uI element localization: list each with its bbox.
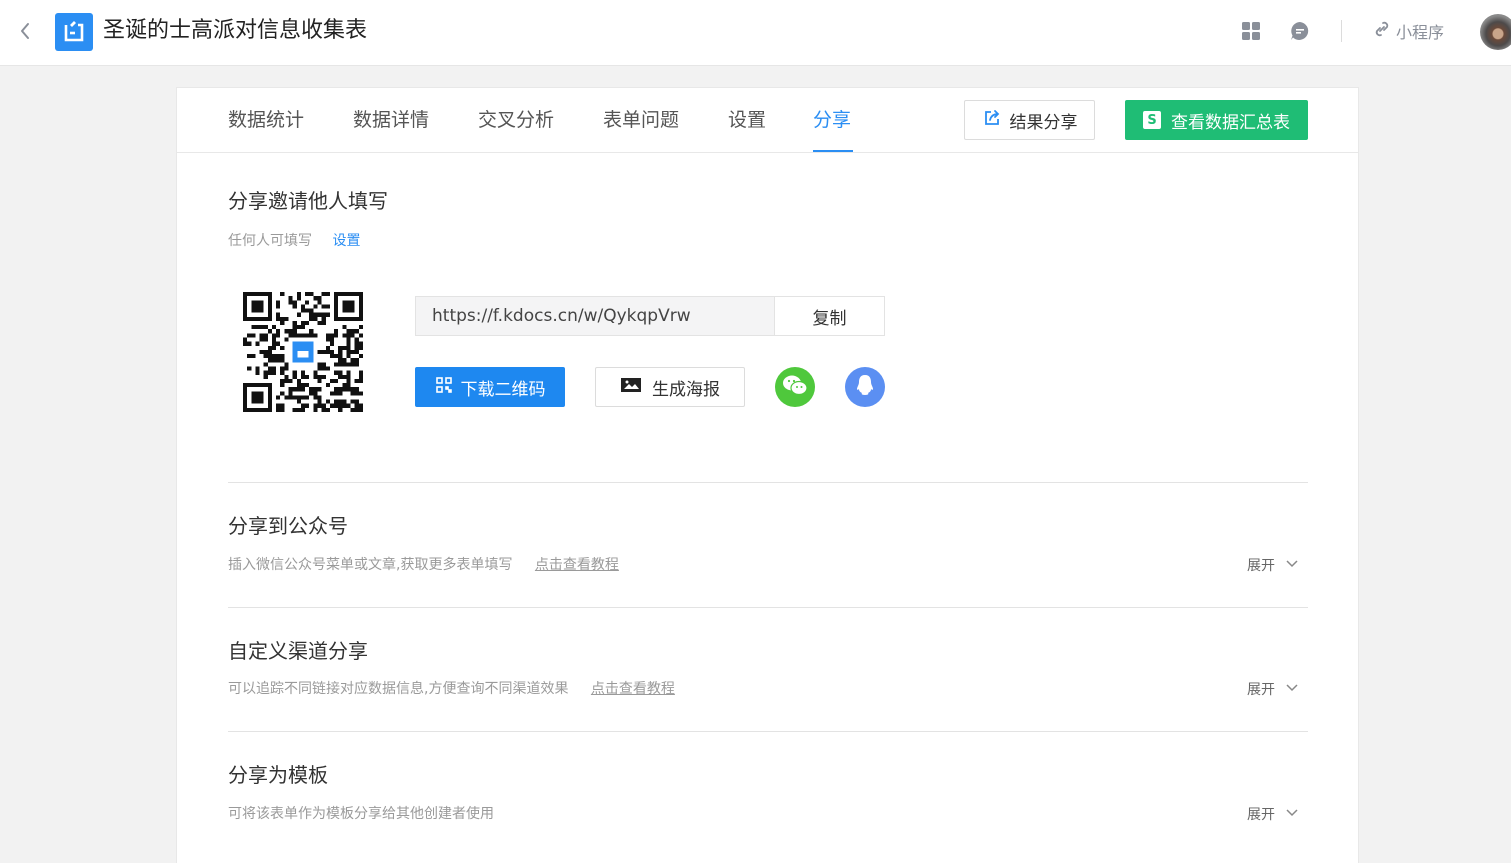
tab-bar: 数据统计 数据详情 交叉分析 表单问题 设置 分享 结果分享 S 查看数据汇总表 — [177, 88, 1358, 153]
wechat-icon — [781, 373, 809, 401]
mini-program-button[interactable]: 小程序 — [1372, 19, 1444, 43]
share-export-icon — [982, 108, 1002, 133]
official-account-tutorial-link[interactable]: 点击查看教程 — [535, 557, 619, 573]
qq-share-button[interactable] — [845, 367, 885, 407]
chevron-down-icon — [1285, 680, 1299, 698]
expand-label: 展开 — [1247, 682, 1275, 698]
generate-poster-label: 生成海报 — [652, 379, 720, 400]
apps-grid-icon[interactable] — [1239, 19, 1263, 43]
main-card: 数据统计 数据详情 交叉分析 表单问题 设置 分享 结果分享 S 查看数据汇总表… — [176, 87, 1359, 863]
top-bar: 圣诞的士高派对信息收集表 小程序 — [0, 0, 1511, 66]
official-account-desc: 插入微信公众号菜单或文章,获取更多表单填写 点击查看教程 — [228, 555, 619, 575]
expand-label: 展开 — [1247, 558, 1275, 574]
qq-icon — [854, 373, 876, 401]
qr-small-icon — [435, 376, 453, 399]
view-summary-button[interactable]: S 查看数据汇总表 — [1125, 100, 1308, 140]
mini-program-label: 小程序 — [1396, 23, 1445, 42]
wechat-share-button[interactable] — [775, 367, 815, 407]
official-account-title: 分享到公众号 — [228, 514, 348, 538]
tab-settings[interactable]: 设置 — [728, 106, 766, 134]
view-summary-label: 查看数据汇总表 — [1171, 112, 1290, 133]
section-divider — [228, 482, 1308, 483]
qr-code — [243, 292, 363, 412]
template-share-expand[interactable]: 展开 — [1247, 804, 1299, 824]
back-arrow-icon[interactable] — [14, 19, 38, 43]
share-result-button[interactable]: 结果分享 — [964, 100, 1095, 140]
download-qr-button[interactable]: 下载二维码 — [415, 367, 565, 407]
tab-cross-analysis[interactable]: 交叉分析 — [478, 106, 554, 134]
section-divider — [228, 607, 1308, 608]
generate-poster-button[interactable]: 生成海报 — [595, 367, 745, 407]
chevron-down-icon — [1285, 556, 1299, 574]
share-url-input[interactable]: https://f.kdocs.cn/w/QykqpVrw — [415, 296, 775, 336]
app-logo-icon — [55, 13, 93, 51]
permission-settings-link[interactable]: 设置 — [332, 233, 360, 249]
image-icon — [620, 376, 642, 399]
chevron-down-icon — [1285, 805, 1299, 823]
custom-channel-desc: 可以追踪不同链接对应数据信息,方便查询不同渠道效果 点击查看教程 — [228, 679, 675, 699]
custom-channel-desc-text: 可以追踪不同链接对应数据信息,方便查询不同渠道效果 — [228, 681, 569, 697]
expand-label: 展开 — [1247, 807, 1275, 823]
official-account-desc-text: 插入微信公众号菜单或文章,获取更多表单填写 — [228, 557, 513, 573]
tab-data-details[interactable]: 数据详情 — [353, 106, 429, 134]
tab-data-statistics[interactable]: 数据统计 — [228, 106, 304, 134]
invite-permission: 任何人可填写 设置 — [228, 231, 360, 251]
section-divider — [228, 731, 1308, 732]
sheet-icon: S — [1143, 111, 1161, 129]
tab-form-questions[interactable]: 表单问题 — [603, 106, 679, 134]
custom-channel-title: 自定义渠道分享 — [228, 639, 368, 663]
link-icon — [1372, 19, 1392, 43]
template-share-title: 分享为模板 — [228, 763, 328, 787]
permission-text: 任何人可填写 — [228, 233, 312, 249]
avatar[interactable] — [1480, 14, 1511, 50]
invite-title: 分享邀请他人填写 — [228, 189, 388, 213]
message-icon[interactable] — [1288, 19, 1312, 43]
download-qr-label: 下载二维码 — [460, 379, 546, 400]
custom-channel-tutorial-link[interactable]: 点击查看教程 — [591, 681, 675, 697]
template-share-desc: 可将该表单作为模板分享给其他创建者使用 — [228, 806, 494, 822]
share-result-label: 结果分享 — [1009, 112, 1078, 133]
tab-share[interactable]: 分享 — [813, 106, 851, 134]
page-title: 圣诞的士高派对信息收集表 — [103, 18, 368, 43]
toolbar-divider — [1341, 20, 1342, 42]
copy-button[interactable]: 复制 — [774, 296, 885, 336]
official-account-expand[interactable]: 展开 — [1247, 555, 1299, 575]
custom-channel-expand[interactable]: 展开 — [1247, 679, 1299, 699]
active-tab-indicator — [813, 150, 853, 152]
